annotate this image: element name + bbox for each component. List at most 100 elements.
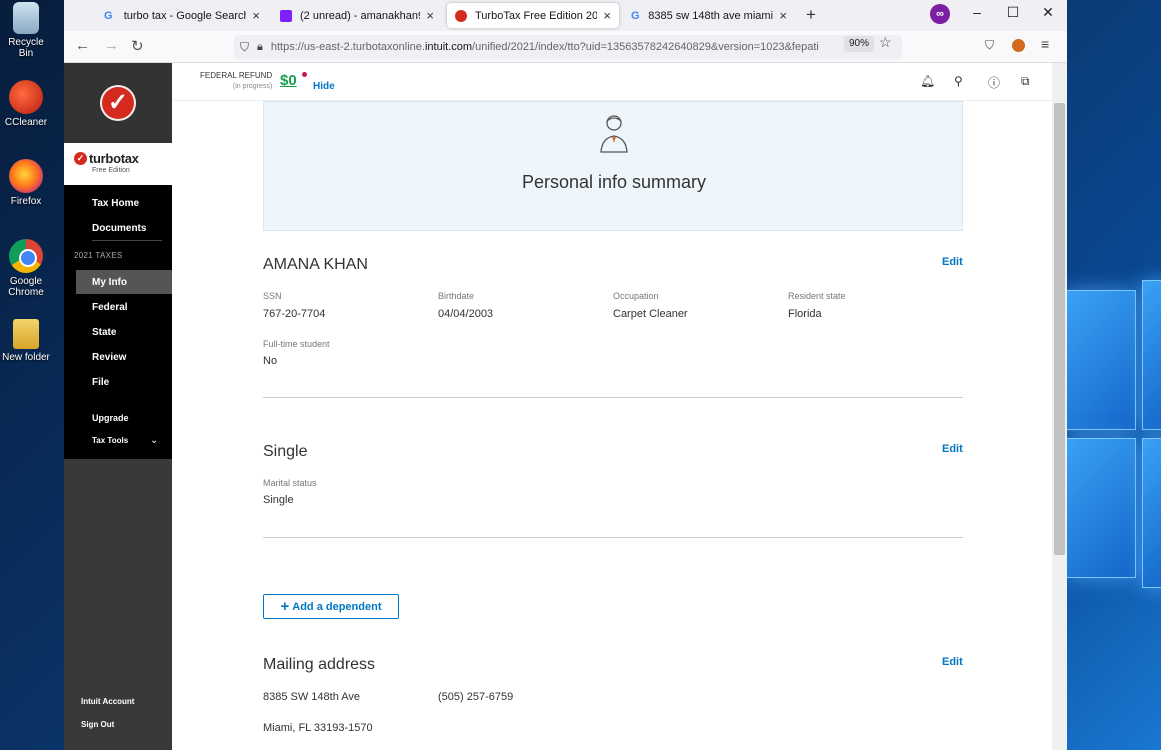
desktop-icon-label: Firefox bbox=[10, 196, 42, 207]
chat-icon[interactable]: ⧉ bbox=[1021, 74, 1030, 89]
edit-marital-button[interactable]: Edit bbox=[942, 443, 963, 455]
refund-amount[interactable]: $0 bbox=[280, 72, 297, 89]
tab-bar: G turbo tax - Google Search × (2 unread)… bbox=[64, 0, 1067, 31]
page-title: Personal info summary bbox=[521, 172, 707, 192]
edit-person-button[interactable]: Edit bbox=[942, 256, 963, 268]
mailing-address-heading: Mailing address bbox=[263, 656, 376, 673]
close-icon[interactable]: × bbox=[779, 8, 787, 23]
brand-edition: Free Edition bbox=[92, 167, 130, 174]
sidebar-section-label: 2021 TAXES bbox=[74, 251, 123, 260]
sidebar-item-file[interactable]: File bbox=[92, 377, 109, 388]
maximize-button[interactable]: ☐ bbox=[998, 4, 1028, 21]
nav-bar: ← → ↻ ⛉ 🔒︎ https://us-east-2.turbotaxonl… bbox=[64, 31, 1067, 63]
plus-icon: + bbox=[280, 598, 290, 615]
phone-value: (505) 257-6759 bbox=[438, 691, 514, 703]
menu-icon[interactable]: ≡ bbox=[1041, 36, 1049, 52]
desktop-icon-label: CCleaner bbox=[4, 117, 48, 128]
sidebar-divider bbox=[92, 240, 162, 241]
ssn-value: 767-20-7704 bbox=[263, 308, 326, 320]
google-icon: G bbox=[631, 9, 640, 22]
sidebar-item-my-info[interactable]: My Info bbox=[92, 277, 127, 288]
close-icon[interactable]: × bbox=[603, 8, 611, 23]
desktop-icon-label: Recycle Bin bbox=[8, 37, 44, 59]
shield-icon[interactable]: ⛉ bbox=[240, 40, 249, 55]
hide-refund-link[interactable]: Hide bbox=[313, 81, 335, 92]
turbotax-check-icon: ✓ bbox=[74, 152, 87, 165]
sidebar-item-review[interactable]: Review bbox=[92, 352, 126, 363]
refund-label: FEDERAL REFUND (in progress) bbox=[200, 71, 273, 90]
student-value: No bbox=[263, 355, 278, 367]
desktop-icon-label: New folder bbox=[2, 352, 50, 363]
sidebar-item-upgrade[interactable]: Upgrade bbox=[92, 413, 129, 423]
help-icon[interactable]: ⓘ bbox=[988, 74, 1000, 91]
add-dependent-button[interactable]: + Add a dependent bbox=[263, 594, 399, 619]
new-tab-button[interactable]: + bbox=[806, 5, 816, 25]
recycle-bin-icon bbox=[13, 2, 39, 34]
sidebar-item-federal[interactable]: Federal bbox=[92, 302, 128, 313]
desktop-icon-label: Google Chrome bbox=[8, 276, 44, 298]
tab-label: TurboTax Free Edition 2021 bbox=[475, 9, 598, 22]
close-window-button[interactable]: ✕ bbox=[1033, 4, 1063, 21]
folder-icon bbox=[13, 319, 39, 349]
tab-address-search[interactable]: G 8385 sw 148th ave miami FL 331 × bbox=[623, 3, 795, 28]
tab-turbotax[interactable]: TurboTax Free Edition 2021 × bbox=[447, 3, 619, 28]
bell-icon[interactable]: 🔔︎ bbox=[920, 74, 935, 88]
brand-name: turbotax bbox=[89, 151, 139, 166]
back-button[interactable]: ← bbox=[75, 37, 90, 54]
divider bbox=[263, 397, 963, 398]
zoom-indicator[interactable]: 90% bbox=[844, 36, 875, 52]
summary-hero: Personal info summary bbox=[263, 101, 963, 231]
sidebar-item-state[interactable]: State bbox=[92, 327, 116, 338]
tab-label: (2 unread) - amanakhan93@yah bbox=[300, 9, 420, 22]
occupation-label: Occupation bbox=[613, 291, 659, 301]
bookmark-star-icon[interactable]: ☆ bbox=[879, 34, 892, 51]
intuit-account-link[interactable]: Intuit Account bbox=[81, 697, 134, 706]
desktop-icon-new-folder[interactable]: New folder bbox=[0, 319, 52, 363]
lock-icon[interactable]: 🔒︎ bbox=[257, 41, 263, 54]
sidebar-item-tax-tools[interactable]: Tax Tools bbox=[92, 436, 128, 445]
close-icon[interactable]: × bbox=[426, 8, 434, 23]
browser-window: G turbo tax - Google Search × (2 unread)… bbox=[64, 0, 1067, 750]
person-name: AMANA KHAN bbox=[263, 256, 368, 273]
minimize-button[interactable]: – bbox=[962, 4, 992, 20]
scrollbar[interactable] bbox=[1052, 63, 1067, 750]
desktop-icon-recycle-bin[interactable]: Recycle Bin bbox=[0, 2, 52, 59]
add-dependent-label: Add a dependent bbox=[292, 600, 382, 613]
filing-status-heading: Single bbox=[263, 443, 308, 460]
scrollbar-thumb[interactable] bbox=[1054, 103, 1065, 555]
sidebar: ✓ ✓ turbotax Free Edition Tax Home Docum… bbox=[64, 63, 172, 750]
refund-header: FEDERAL REFUND (in progress) $0 Hide 🔔︎ … bbox=[172, 63, 1052, 101]
birthdate-value: 04/04/2003 bbox=[438, 308, 494, 320]
profile-icon[interactable] bbox=[1012, 39, 1025, 52]
tab-label: turbo tax - Google Search bbox=[123, 9, 247, 22]
city-value: Miami, FL 33193-1570 bbox=[263, 722, 373, 734]
url-bar[interactable]: ⛉ 🔒︎ https://us-east-2.turbotaxonline.in… bbox=[234, 35, 902, 59]
reload-button[interactable]: ↻ bbox=[131, 37, 144, 55]
turbotax-logo-icon[interactable]: ✓ bbox=[100, 85, 136, 121]
chevron-down-icon[interactable]: ⌄ bbox=[150, 435, 158, 446]
desktop-icon-chrome[interactable]: Google Chrome bbox=[0, 239, 52, 298]
search-icon[interactable]: ⚲ bbox=[954, 74, 963, 88]
close-icon[interactable]: × bbox=[252, 8, 260, 23]
tab-mail[interactable]: (2 unread) - amanakhan93@yah × bbox=[272, 3, 442, 28]
chrome-icon bbox=[9, 239, 43, 273]
tab-label: 8385 sw 148th ave miami FL 331 bbox=[648, 9, 774, 22]
sign-out-link[interactable]: Sign Out bbox=[81, 720, 114, 729]
ccleaner-icon bbox=[9, 80, 43, 114]
sidebar-lower: Intuit Account Sign Out bbox=[64, 459, 172, 750]
desktop-icon-firefox[interactable]: Firefox bbox=[0, 159, 52, 207]
google-icon: G bbox=[104, 9, 113, 22]
birthdate-label: Birthdate bbox=[438, 291, 475, 301]
turbotax-icon bbox=[455, 9, 467, 22]
pocket-icon[interactable]: ⛉ bbox=[985, 38, 994, 53]
desktop-icon-ccleaner[interactable]: CCleaner bbox=[0, 80, 52, 128]
sidebar-item-tax-home[interactable]: Tax Home bbox=[92, 198, 139, 209]
tab-google-search[interactable]: G turbo tax - Google Search × bbox=[96, 3, 268, 28]
edit-address-button[interactable]: Edit bbox=[942, 656, 963, 668]
mail-icon bbox=[280, 9, 292, 22]
sidebar-item-documents[interactable]: Documents bbox=[92, 223, 146, 234]
forward-button[interactable]: → bbox=[104, 37, 119, 54]
extension-icon[interactable]: ∞ bbox=[930, 4, 950, 24]
brand-block: ✓ turbotax Free Edition bbox=[64, 143, 172, 185]
sidebar-logo-area: ✓ bbox=[64, 63, 172, 143]
